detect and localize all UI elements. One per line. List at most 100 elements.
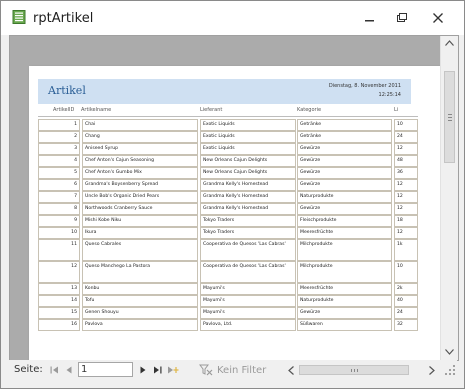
cell-category: Gewürze <box>297 179 392 191</box>
restore-button[interactable] <box>388 7 416 29</box>
horizontal-scrollbar[interactable] <box>285 362 440 378</box>
window-title: rptArtikel <box>33 11 94 26</box>
cell-category: Gewürze <box>297 155 392 167</box>
close-button[interactable] <box>424 7 452 29</box>
cell-category: Meeresfrüchte <box>297 227 392 239</box>
filter-icon <box>199 364 213 376</box>
last-page-button[interactable] <box>150 363 164 377</box>
horizontal-scroll-thumb[interactable] <box>299 365 409 375</box>
cell-id: 11 <box>38 239 80 261</box>
page-number-input[interactable]: 1 <box>78 362 133 377</box>
cell-extra: 12 <box>394 203 418 215</box>
cell-name: Queso Manchego La Pastora <box>82 261 198 283</box>
cell-extra: 48 <box>394 155 418 167</box>
previous-page-icon <box>66 366 72 374</box>
cell-id: 10 <box>38 227 80 239</box>
table-row: 4 Chef Anton's Cajun Seasoning New Orleans… <box>38 155 418 167</box>
scroll-left-icon[interactable] <box>288 366 294 375</box>
close-icon <box>433 13 443 23</box>
cell-extra: 12 <box>394 191 418 203</box>
restore-icon <box>397 13 407 22</box>
cell-supplier: Mayumi's <box>200 295 296 307</box>
minimize-button[interactable] <box>356 7 384 29</box>
table-row: 3 Aniseed Syrup Exotic Liquids Gewürze 12 <box>38 143 418 155</box>
cell-extra: 12 <box>394 179 418 191</box>
table-row: 9 Mishi Kobe Niku Tokyo Traders Fleischprod… <box>38 215 418 227</box>
cell-name: Uncle Bob's Organic Dried Pears <box>82 191 198 203</box>
table-row: 14 Tofu Mayumi's Naturprodukte 40 <box>38 295 418 307</box>
filter-button[interactable]: Kein Filter <box>199 361 269 379</box>
column-header-name: Artikelname <box>81 107 112 113</box>
cell-name: Pavlova <box>82 319 198 331</box>
header-divider <box>38 116 418 117</box>
cell-extra: 40 <box>394 295 418 307</box>
report-background: Artikel Dienstag, 8. November 2011 12:25… <box>10 36 449 360</box>
table-row: 7 Uncle Bob's Organic Dried Pears Grandma … <box>38 191 418 203</box>
table-row: 13 Konbu Mayumi's Meeresfrüchte 2k <box>38 283 418 295</box>
cell-name: Chang <box>82 131 198 143</box>
cell-supplier: Grandma Kelly's Homestead <box>200 203 296 215</box>
cell-category: Getränke <box>297 119 392 131</box>
report-preview: Artikel Dienstag, 8. November 2011 12:25… <box>9 35 459 361</box>
minimize-icon <box>365 20 374 22</box>
cell-category: Gewürze <box>297 143 392 155</box>
table-row: 15 Genen Shouyu Mayumi's Gewürze 24 <box>38 307 418 319</box>
cell-id: 12 <box>38 261 80 283</box>
cell-supplier: Tokyo Traders <box>200 227 296 239</box>
cell-name: Chef Anton's Cajun Seasoning <box>82 155 198 167</box>
cell-supplier: Mayumi's <box>200 307 296 319</box>
column-header-extra: Li <box>394 107 399 113</box>
table-row: 5 Chef Anton's Gumbo Mix New Orleans Cajun… <box>38 167 418 179</box>
cell-name: Grandma's Boysenberry Spread <box>82 179 198 191</box>
cell-extra: 1k <box>394 239 418 261</box>
cell-id: 2 <box>38 131 80 143</box>
cell-id: 7 <box>38 191 80 203</box>
cell-extra: 24 <box>394 307 418 319</box>
new-record-icon <box>168 366 179 374</box>
cell-supplier: New Orleans Cajun Delights <box>200 167 296 179</box>
cell-id: 6 <box>38 179 80 191</box>
record-navigation-bar: Seite: 1 Kein Filter <box>9 360 457 380</box>
cell-category: Fleischprodukte <box>297 215 392 227</box>
scroll-up-icon[interactable] <box>445 40 454 46</box>
cell-extra: 18 <box>394 215 418 227</box>
scroll-right-icon[interactable] <box>429 366 435 375</box>
cell-name: Ikura <box>82 227 198 239</box>
cell-supplier: Exotic Liquids <box>200 131 296 143</box>
cell-id: 13 <box>38 283 80 295</box>
new-record-button[interactable] <box>166 363 180 377</box>
cell-extra: 12 <box>394 227 418 239</box>
cell-category: Getränke <box>297 131 392 143</box>
report-page: Artikel Dienstag, 8. November 2011 12:25… <box>29 66 449 360</box>
vertical-scrollbar[interactable] <box>440 36 458 360</box>
cell-id: 15 <box>38 307 80 319</box>
table-row: 1 Chai Exotic Liquids Getränke 10 <box>38 119 418 131</box>
cell-supplier: Mayumi's <box>200 283 296 295</box>
cell-supplier: Grandma Kelly's Homestead <box>200 191 296 203</box>
cell-category: Naturprodukte <box>297 295 392 307</box>
cell-category: Gewürze <box>297 167 392 179</box>
report-icon <box>12 10 26 24</box>
report-date: Dienstag, 8. November 2011 <box>328 83 401 89</box>
report-time: 12:25:14 <box>378 92 401 98</box>
column-header-category: Kategorie <box>297 107 322 113</box>
title-bar: rptArtikel <box>1 1 464 35</box>
cell-name: Tofu <box>82 295 198 307</box>
report-header: Artikel Dienstag, 8. November 2011 12:25… <box>38 79 411 104</box>
resize-grip-icon[interactable] <box>444 364 456 376</box>
table-row: 16 Pavlova Pavlova, Ltd. Süßwaren 32 <box>38 319 418 331</box>
next-page-button[interactable] <box>136 363 150 377</box>
first-page-icon <box>50 366 58 374</box>
cell-category: Gewürze <box>297 307 392 319</box>
column-header-supplier: Lieferant <box>200 107 223 113</box>
cell-supplier: New Orleans Cajun Delights <box>200 155 296 167</box>
vertical-scroll-thumb[interactable] <box>444 71 455 163</box>
first-page-button[interactable] <box>47 363 61 377</box>
previous-page-button[interactable] <box>62 363 76 377</box>
cell-category: Gewürze <box>297 203 392 215</box>
table-row: 11 Queso Cabrales Cooperativa de Quesos 'L… <box>38 239 418 261</box>
table-row: 8 Northwoods Cranberry Sauce Grandma Kelly… <box>38 203 418 215</box>
scroll-down-icon[interactable] <box>445 349 454 355</box>
cell-category: Meeresfrüchte <box>297 283 392 295</box>
cell-category: Milchprodukte <box>297 261 392 283</box>
